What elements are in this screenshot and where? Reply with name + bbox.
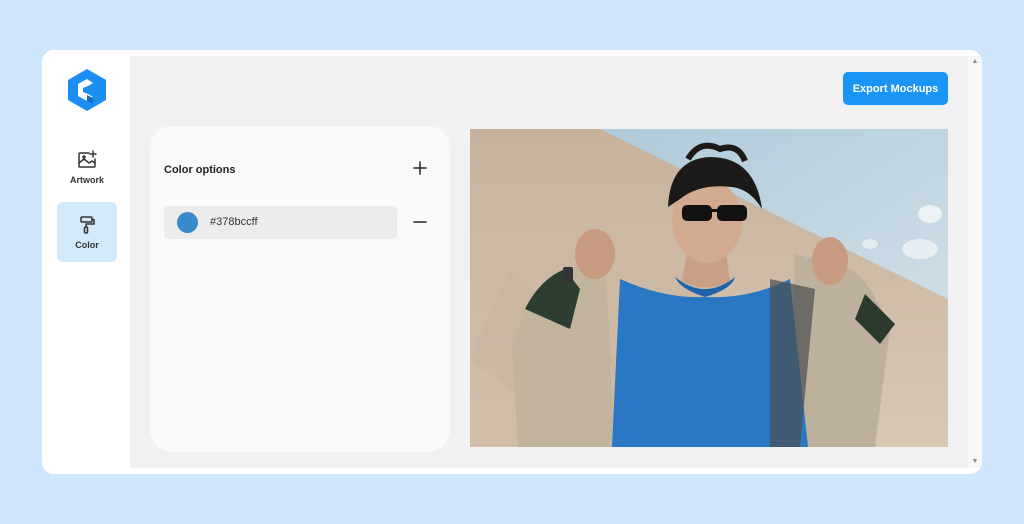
color-item[interactable]: #378bccff	[164, 206, 397, 239]
app-logo-icon	[68, 69, 106, 111]
app-window: Artwork Color Export Mockups Color optio…	[42, 50, 982, 474]
man-in-blue-tshirt-photo	[470, 129, 948, 447]
color-hex-value: #378bccff	[210, 216, 258, 228]
export-mockups-button[interactable]: Export Mockups	[843, 72, 948, 105]
scroll-down-icon[interactable]: ▼	[971, 458, 979, 466]
image-plus-icon	[78, 150, 97, 168]
remove-color-icon[interactable]	[410, 212, 430, 232]
color-options-panel: Color options #378bccff	[150, 126, 450, 452]
mockup-preview-image	[470, 129, 948, 447]
main-area: Export Mockups Color options #378bccff	[130, 56, 968, 468]
sidebar-item-artwork[interactable]: Artwork	[57, 137, 117, 197]
scroll-up-icon[interactable]: ▲	[971, 58, 979, 66]
add-color-icon[interactable]	[410, 158, 430, 178]
sidebar-item-color[interactable]: Color	[57, 202, 117, 262]
sidebar-item-label: Artwork	[69, 175, 104, 185]
sidebar: Artwork Color	[42, 50, 130, 474]
color-swatch[interactable]	[177, 212, 198, 233]
sidebar-item-label: Color	[75, 240, 99, 250]
panel-title: Color options	[164, 164, 236, 176]
paint-roller-icon	[80, 216, 95, 234]
vertical-scrollbar[interactable]: ▲ ▼	[968, 56, 982, 468]
